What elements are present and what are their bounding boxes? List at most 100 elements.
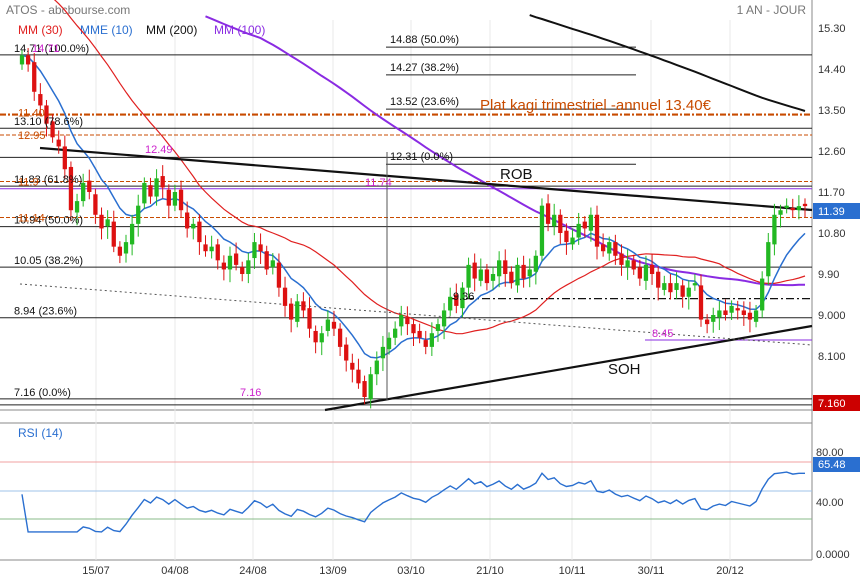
candle-up	[796, 206, 802, 211]
candle-up	[386, 337, 392, 350]
orange-level-label: 12.95	[18, 130, 46, 142]
candle-up	[496, 260, 502, 277]
candle-down	[258, 244, 263, 252]
candle-up	[490, 274, 496, 281]
price-axis: 15.30 14.40 13.50 12.60 11.70 10.80 9.90 9.000 8…	[818, 23, 846, 363]
candle-down	[649, 264, 655, 274]
candle-up	[570, 237, 575, 245]
candle-down	[197, 221, 202, 243]
candle-up	[643, 264, 649, 281]
candle-up	[588, 214, 594, 231]
candle-down	[185, 212, 190, 229]
candle-down	[509, 271, 514, 284]
x-axis-label: 21/10	[476, 565, 504, 577]
candle-up	[784, 205, 789, 208]
candle-up	[325, 319, 331, 331]
candle-down	[613, 242, 618, 256]
candle-down	[356, 369, 361, 384]
candle-up	[772, 214, 777, 245]
candle-down	[289, 303, 294, 320]
candle-down	[38, 94, 43, 106]
candle-down	[545, 203, 551, 224]
candle-down	[276, 262, 282, 288]
current-price-badge-text: 11.39	[818, 206, 845, 218]
rsi-label: RSI (14)	[18, 426, 63, 440]
rsi-axis-40: 40.00	[816, 497, 844, 509]
candle-down	[704, 319, 710, 325]
candle-down	[62, 146, 67, 170]
candle-down	[668, 283, 673, 293]
x-axis-label: 03/10	[397, 565, 425, 577]
candle-up	[674, 283, 679, 290]
candle-up	[766, 242, 771, 277]
orange-level-label: 11.14	[18, 213, 45, 225]
x-axis-label: 15/07	[82, 565, 110, 577]
candle-down	[221, 262, 227, 270]
candle-up	[435, 324, 441, 331]
candle-down	[582, 221, 587, 229]
magenta-level-label: 12.49	[145, 144, 173, 156]
fib-right-label: 13.52 (23.6%)	[390, 96, 459, 108]
price-axis-label: 8.100	[818, 351, 846, 363]
candle-down	[564, 230, 569, 243]
candle-down	[656, 271, 661, 288]
candle-up	[760, 278, 765, 311]
candle-up	[142, 182, 147, 204]
candle-down	[240, 267, 245, 274]
candle-up	[625, 260, 630, 268]
fib-right-label: 14.27 (38.2%)	[390, 62, 459, 74]
candle-up	[368, 374, 373, 400]
candle-up	[686, 287, 691, 297]
candle-down	[558, 214, 563, 233]
candle-up	[399, 315, 404, 327]
candle-up	[515, 264, 520, 286]
magenta-level-label: 11.74	[365, 177, 392, 189]
candle-up	[74, 201, 80, 213]
candle-up	[246, 260, 251, 274]
price-axis-label: 14.40	[818, 64, 846, 76]
candle-up	[662, 283, 667, 290]
x-axis: 15/07 04/08 24/08 13/09 03/10 21/10 10/11 30/11…	[82, 565, 744, 577]
candle-down	[25, 55, 31, 65]
magenta-level-label: 14.71	[32, 43, 60, 55]
candle-down	[790, 207, 795, 211]
candle-down	[264, 251, 269, 270]
low-price-badge-text: 7.160	[818, 398, 846, 410]
candle-down	[99, 214, 104, 229]
candle-down	[411, 324, 416, 334]
candle-up	[252, 242, 257, 259]
candle-down	[93, 194, 98, 215]
candle-up	[154, 178, 159, 197]
candle-down	[32, 62, 37, 92]
soh-label: SOH	[608, 361, 641, 378]
candle-down	[313, 330, 318, 343]
legend-mm30: MM (30)	[18, 23, 63, 37]
candle-up	[692, 283, 698, 286]
candle-down	[166, 189, 171, 206]
candle-down	[594, 214, 600, 247]
candle-up	[136, 205, 141, 224]
candle-down	[203, 244, 208, 252]
chart-period: 1 AN - JOUR	[737, 3, 807, 17]
candle-up	[441, 310, 447, 327]
candle-down	[619, 253, 624, 265]
candle-up	[295, 301, 300, 322]
level-936-label: 9.36	[453, 291, 474, 303]
candle-down	[87, 180, 92, 192]
candle-down	[484, 269, 490, 284]
candle-up	[380, 346, 386, 359]
x-axis-label: 10/11	[559, 565, 586, 577]
candle-up	[711, 315, 716, 322]
candle-up	[209, 246, 214, 252]
candle-down	[337, 328, 343, 347]
candle-down	[331, 321, 337, 329]
candle-up	[270, 260, 275, 268]
candle-down	[233, 253, 239, 265]
candle-up	[123, 242, 129, 254]
fib-right-label: 14.88 (50.0%)	[390, 34, 459, 46]
candle-down	[350, 362, 355, 370]
candle-down	[307, 308, 312, 329]
candle-down	[637, 267, 642, 279]
fib-label: 10.05 (38.2%)	[14, 255, 83, 267]
rob-label: ROB	[500, 166, 533, 183]
